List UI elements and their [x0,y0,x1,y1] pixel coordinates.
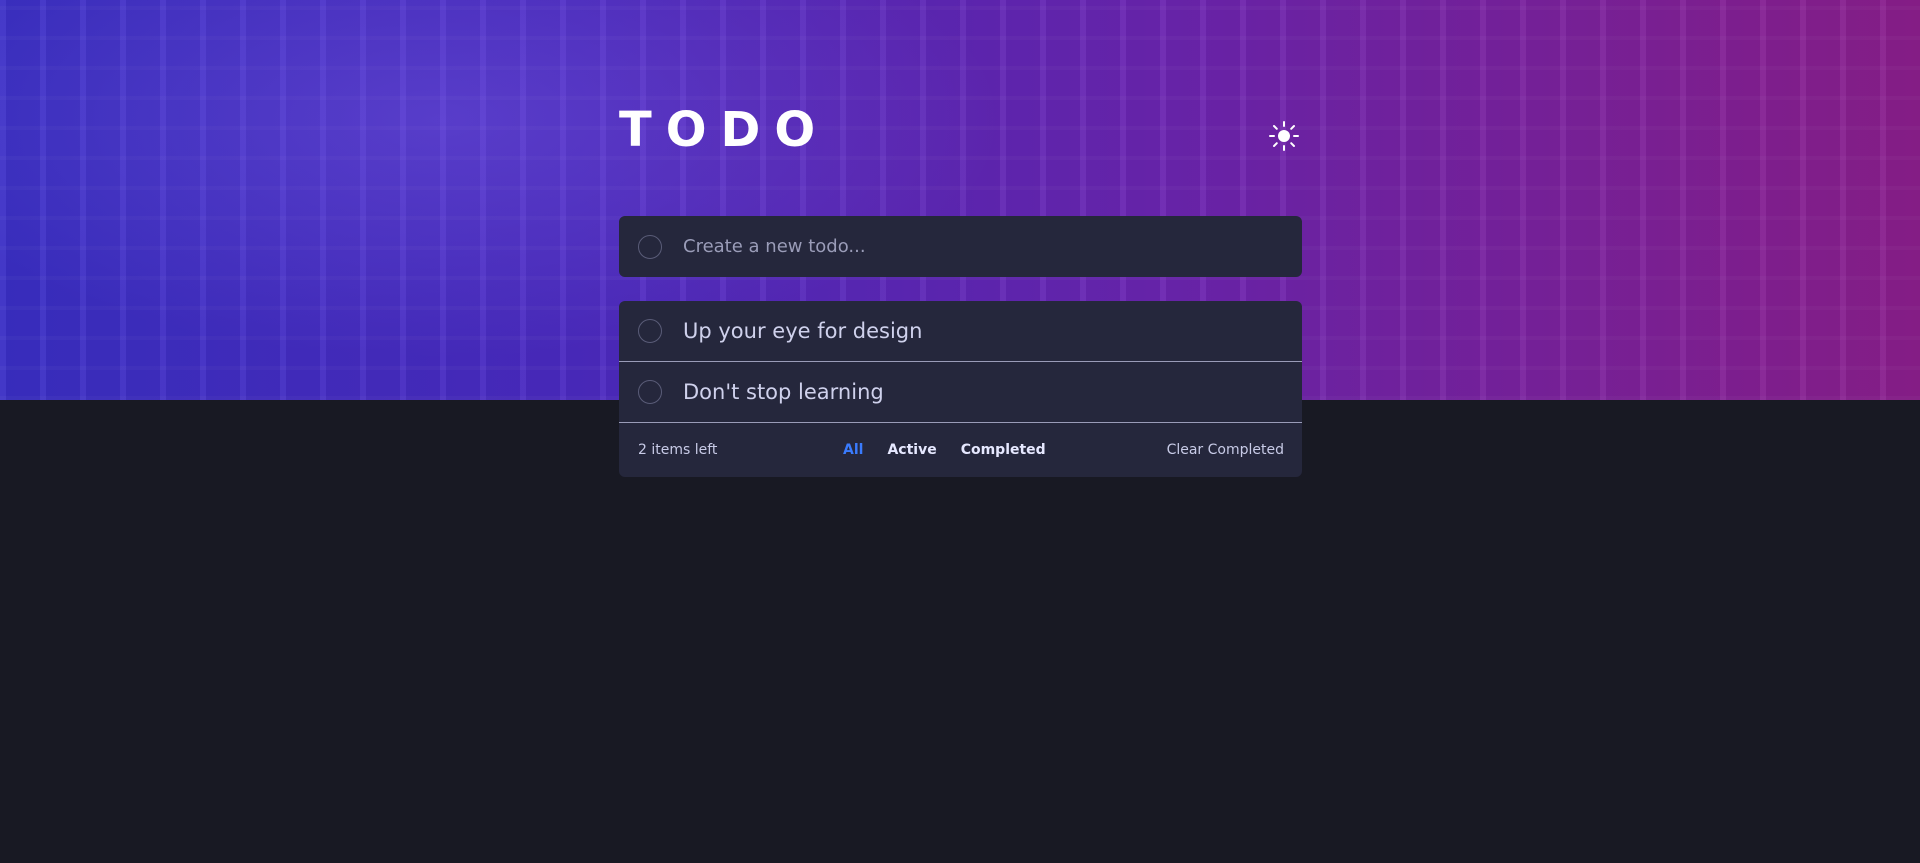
clear-completed-button[interactable]: Clear Completed [1167,442,1284,458]
filter-active[interactable]: Active [887,442,936,458]
sun-icon [1269,121,1299,151]
new-todo-bar [619,216,1302,277]
new-todo-checkbox[interactable] [638,234,662,259]
todo-checkbox[interactable] [638,380,662,404]
filter-all[interactable]: All [843,442,863,458]
todo-app: TODO Up your eye fo [619,0,1302,477]
items-left-count: 2 items left [638,442,718,458]
todo-footer: 2 items left All Active Completed Clear … [619,423,1302,477]
app-title: TODO [619,102,830,158]
filter-completed[interactable]: Completed [961,442,1046,458]
filter-group: All Active Completed [843,442,1046,458]
new-todo-input[interactable] [683,236,1243,257]
header: TODO [619,0,1302,216]
todo-checkbox[interactable] [638,319,662,343]
todo-text: Don't stop learning [683,380,884,404]
theme-toggle-button[interactable] [1266,118,1302,154]
todo-list: Up your eye for design Don't stop learni… [619,301,1302,477]
todo-item[interactable]: Don't stop learning [619,362,1302,423]
todo-item[interactable]: Up your eye for design [619,301,1302,362]
todo-text: Up your eye for design [683,319,923,343]
